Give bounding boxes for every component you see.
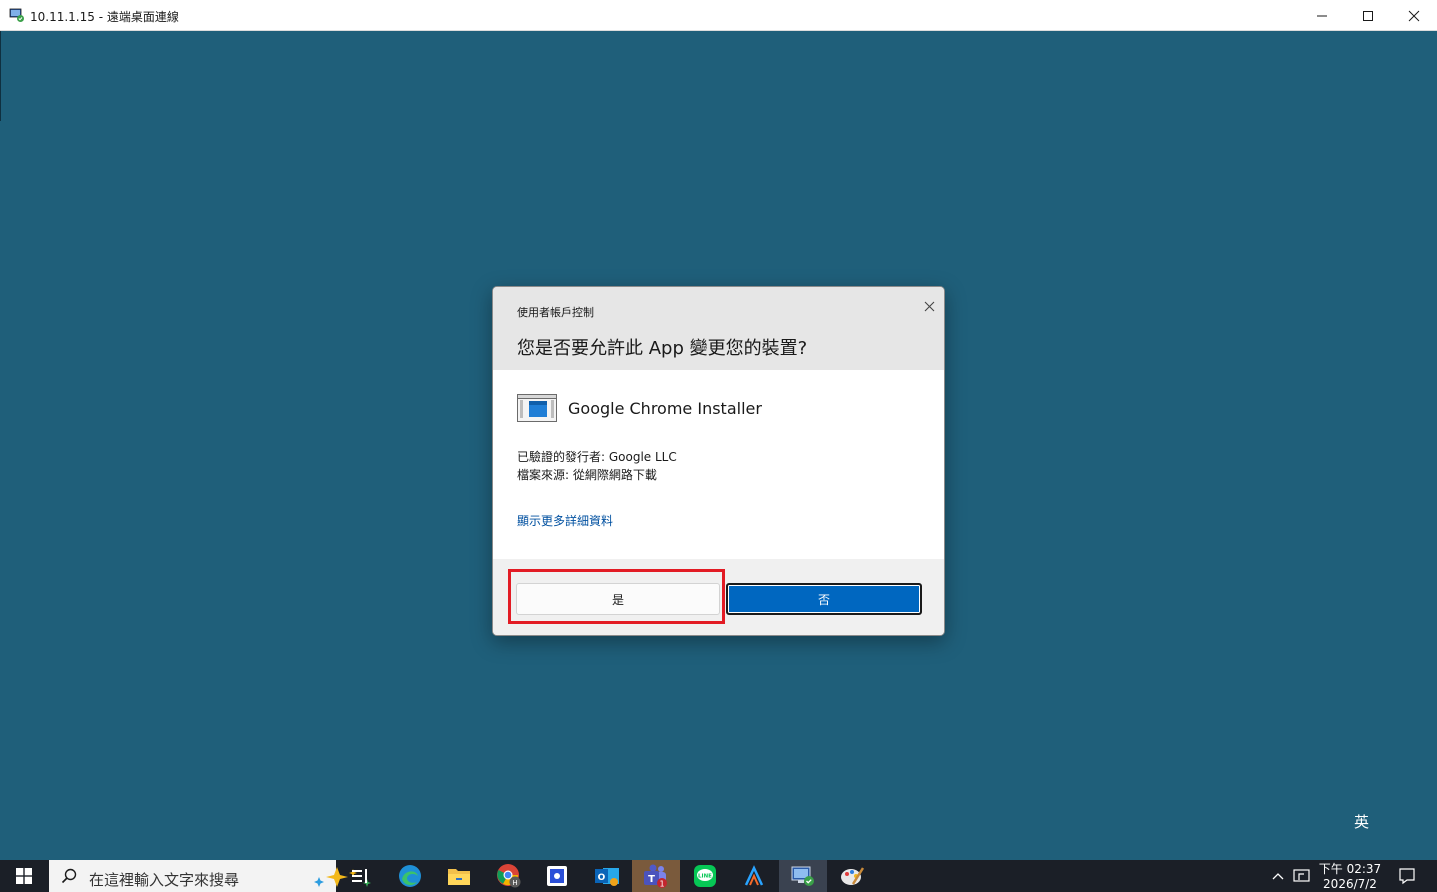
installer-app-icon [517, 394, 557, 422]
taskbar-paint[interactable] [828, 860, 876, 892]
no-button[interactable]: 否 [726, 583, 922, 615]
window-titlebar: 10.11.1.15 - 遠端桌面連線 [0, 0, 1437, 31]
show-more-details-link[interactable]: 顯示更多詳細資料 [517, 512, 613, 529]
snipping-icon [547, 866, 567, 886]
taskbar-teams[interactable]: T 1 [632, 860, 680, 892]
start-button[interactable] [0, 860, 48, 892]
teams-badge: 1 [659, 880, 664, 889]
tray-remote-session[interactable] [1291, 860, 1313, 892]
minimize-icon [1317, 15, 1327, 16]
app-a-icon [743, 865, 765, 887]
tray-overflow-button[interactable] [1268, 860, 1288, 892]
remote-desktop-app-icon [9, 8, 24, 22]
uac-header: 使用者帳戶控制 您是否要允許此 App 變更您的裝置? [493, 287, 944, 370]
svg-text:O: O [598, 873, 606, 883]
uac-close-button[interactable] [918, 295, 940, 317]
search-icon [61, 868, 77, 884]
minimize-button[interactable] [1299, 0, 1345, 31]
taskbar-file-explorer[interactable] [435, 860, 483, 892]
task-view-icon [352, 869, 367, 883]
taskbar-clock[interactable]: 下午 02:37 2026/7/2 [1318, 862, 1382, 892]
verified-publisher: 已驗證的發行者: Google LLC [517, 450, 677, 464]
app-identity-row: Google Chrome Installer [517, 394, 762, 422]
desktop-edge [0, 31, 1, 121]
notification-icon [1399, 868, 1415, 885]
taskbar: 在這裡輸入文字來搜尋 H O T 1 LINE 下午 02:37 2026/7/… [0, 860, 1437, 892]
chrome-icon: H [497, 864, 521, 888]
taskbar-edge[interactable] [386, 860, 434, 892]
close-window-button[interactable] [1391, 0, 1437, 31]
search-placeholder: 在這裡輸入文字來搜尋 [89, 871, 240, 889]
file-explorer-icon [448, 869, 470, 885]
taskbar-remote-desktop[interactable] [779, 860, 827, 892]
file-origin: 檔案來源: 從網際網路下載 [517, 468, 657, 482]
clock-date: 2026/7/2 [1323, 877, 1377, 891]
remote-desktop-icon [791, 866, 814, 886]
paint-icon [841, 867, 865, 885]
windows-start-icon [16, 868, 32, 884]
taskbar-chrome[interactable]: H [485, 860, 533, 892]
svg-text:LINE: LINE [698, 874, 712, 880]
maximize-button[interactable] [1345, 0, 1391, 31]
taskbar-app-a[interactable] [730, 860, 778, 892]
outlook-icon: O [595, 868, 619, 886]
line-icon: LINE [694, 865, 716, 887]
task-view-button[interactable] [336, 860, 384, 892]
ime-language-indicator[interactable]: 英 [1354, 811, 1369, 832]
clock-time: 下午 02:37 [1318, 862, 1382, 876]
teams-icon: T 1 [644, 864, 667, 889]
close-icon [924, 301, 934, 311]
svg-text:H: H [512, 879, 517, 887]
svg-text:T: T [648, 874, 655, 885]
edge-icon [399, 865, 421, 887]
maximize-icon [1363, 10, 1373, 21]
chevron-up-icon [1272, 873, 1284, 880]
taskbar-line[interactable]: LINE [681, 860, 729, 892]
app-name: Google Chrome Installer [568, 398, 762, 418]
taskbar-snipping-tool[interactable] [533, 860, 581, 892]
display-remote-icon [1293, 869, 1310, 882]
yes-button[interactable]: 是 [516, 583, 720, 615]
taskbar-outlook[interactable]: O [583, 860, 631, 892]
notification-center-button[interactable] [1392, 860, 1422, 892]
window-title: 10.11.1.15 - 遠端桌面連線 [30, 10, 179, 24]
uac-caption: 使用者帳戶控制 [517, 306, 594, 319]
taskbar-search-box[interactable]: 在這裡輸入文字來搜尋 [49, 860, 371, 892]
uac-question: 您是否要允許此 App 變更您的裝置? [517, 338, 808, 359]
publisher-info: 已驗證的發行者: Google LLC 檔案來源: 從網際網路下載 [517, 448, 677, 484]
uac-dialog: 使用者帳戶控制 您是否要允許此 App 變更您的裝置? Google Chrom… [492, 286, 945, 636]
close-icon [1408, 10, 1420, 21]
